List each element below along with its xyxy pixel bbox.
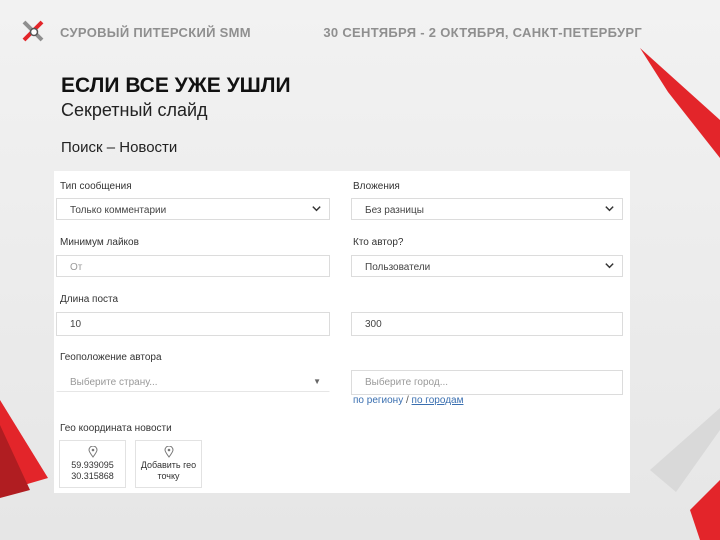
map-pin-icon <box>163 446 174 458</box>
post-length-from-input[interactable]: 10 <box>56 312 330 336</box>
min-likes-input[interactable]: От <box>56 255 330 277</box>
post-length-label: Длина поста <box>60 294 119 305</box>
author-select[interactable]: Пользователи <box>351 255 623 277</box>
breadcrumb: Поиск – Новости <box>61 139 178 156</box>
attachments-value: Без разницы <box>365 205 424 216</box>
logo-icon <box>22 20 44 42</box>
by-region-link[interactable]: по региону <box>353 395 403 406</box>
attachments-select[interactable]: Без разницы <box>351 198 623 220</box>
author-label: Кто автор? <box>353 237 404 248</box>
slide-title: ЕСЛИ ВСЕ УЖЕ УШЛИ <box>61 74 291 97</box>
country-placeholder: Выберите страну... <box>70 377 158 388</box>
country-select[interactable]: Выберите страну... ▼ <box>56 370 330 392</box>
news-geo-label: Гео координата новости <box>60 423 172 434</box>
links-separator: / <box>405 395 409 406</box>
geo-links: по региону / по городам <box>353 395 463 406</box>
event-dates: 30 СЕНТЯБРЯ - 2 ОКТЯБРЯ, САНКТ-ПЕТЕРБУРГ <box>323 25 642 40</box>
min-likes-label: Минимум лайков <box>60 237 139 248</box>
add-geo-line-2: точку <box>157 471 180 481</box>
chevron-down-icon <box>312 206 321 212</box>
message-type-label: Тип сообщения <box>60 181 132 192</box>
map-pin-icon <box>87 446 98 458</box>
add-geo-line-1: Добавить гео <box>140 460 197 470</box>
slide-subtitle: Секретный слайд <box>61 100 208 120</box>
chevron-down-icon <box>605 263 614 269</box>
chevron-down-icon <box>605 206 614 212</box>
author-geo-label: Геоположение автора <box>60 352 162 363</box>
city-input[interactable]: Выберите город... <box>351 370 623 395</box>
post-length-to-input[interactable]: 300 <box>351 312 623 336</box>
attachments-label: Вложения <box>353 181 400 192</box>
coords-line-2: 30.315868 <box>71 471 114 481</box>
author-value: Пользователи <box>365 262 431 273</box>
coords-line-1: 59.939095 <box>71 460 114 470</box>
brand-name: СУРОВЫЙ ПИТЕРСКИЙ SMM <box>60 25 251 40</box>
add-geo-point-button[interactable]: Добавить гео точку <box>135 440 202 488</box>
caret-down-icon: ▼ <box>313 377 321 386</box>
message-type-select[interactable]: Только комментарии <box>56 198 330 220</box>
coordinates-tile[interactable]: 59.939095 30.315868 <box>59 440 126 488</box>
message-type-value: Только комментарии <box>70 205 167 216</box>
by-city-link[interactable]: по городам <box>412 395 464 406</box>
